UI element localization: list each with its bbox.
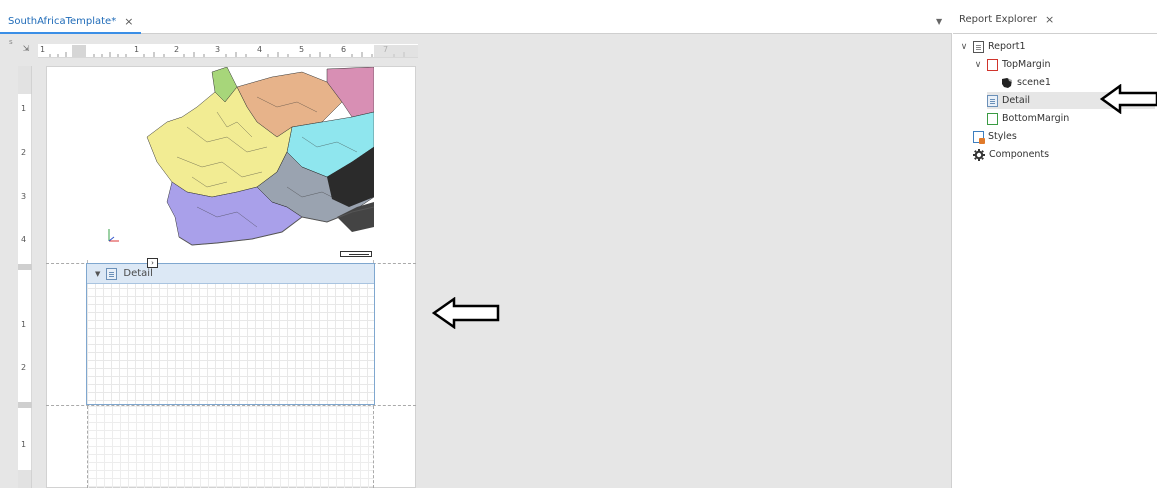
detail-band-icon bbox=[987, 94, 998, 107]
collapse-caret-icon[interactable]: ▼ bbox=[95, 270, 100, 278]
detail-band-icon bbox=[106, 267, 118, 280]
close-icon[interactable]: × bbox=[1045, 14, 1054, 25]
report-designer-surface: SouthAfricaTemplate* × ▼ s ⇲ 1 1 2 3 4 5… bbox=[0, 0, 952, 488]
detail-band-label: Detail bbox=[123, 268, 153, 279]
tree-item-label: Report1 bbox=[988, 41, 1026, 52]
bottom-margin-band[interactable] bbox=[87, 406, 374, 488]
ruler-ticks bbox=[49, 45, 418, 57]
tab-southafricatemplate[interactable]: SouthAfricaTemplate* × bbox=[0, 10, 142, 34]
map-axis-indicator-icon bbox=[108, 229, 119, 242]
tree-item-styles[interactable]: Styles bbox=[973, 128, 1017, 145]
south-africa-map-image bbox=[87, 67, 374, 260]
explorer-tabstrip: Report Explorer × bbox=[953, 0, 1157, 34]
ruler-band-separator bbox=[18, 264, 32, 270]
chevron-down-icon[interactable]: ∨ bbox=[973, 60, 983, 70]
ruler-margin-shade bbox=[18, 66, 32, 94]
tree-item-bottommargin[interactable]: BottomMargin bbox=[987, 110, 1069, 127]
ruler-band-separator bbox=[18, 402, 32, 408]
document-tabstrip: SouthAfricaTemplate* × ▼ bbox=[0, 0, 952, 34]
ruler-tick-label: 1 bbox=[21, 320, 27, 329]
map-scene-control[interactable] bbox=[87, 67, 374, 260]
top-margin-band-icon bbox=[987, 58, 998, 71]
ruler-tick-label: 1 bbox=[21, 440, 27, 449]
vertical-ruler: 1 2 3 4 1 2 1 bbox=[18, 66, 32, 488]
map-scale-bar bbox=[340, 251, 372, 257]
tab-label: Report Explorer bbox=[959, 14, 1037, 25]
ruler-tick-label: 2 bbox=[21, 363, 27, 372]
components-gear-icon bbox=[973, 148, 985, 161]
tree-item-label: Components bbox=[989, 149, 1050, 160]
tree-item-label: scene1 bbox=[1017, 77, 1051, 88]
smart-tag-button[interactable]: › bbox=[147, 258, 158, 268]
tab-list-dropdown-icon[interactable]: ▼ bbox=[936, 17, 942, 26]
styles-icon bbox=[973, 130, 985, 144]
map-scene-icon bbox=[1002, 77, 1012, 88]
tree-item-topmargin[interactable]: ∨ TopMargin bbox=[973, 56, 1050, 73]
tree-item-components[interactable]: Components bbox=[973, 146, 1049, 163]
tree-item-label: Styles bbox=[988, 131, 1017, 142]
tree-item-label: Detail bbox=[1002, 95, 1030, 106]
bottom-margin-band-icon bbox=[987, 112, 998, 125]
ruler-tick-label: 2 bbox=[21, 148, 27, 157]
ruler-margin-shade bbox=[18, 470, 32, 488]
ruler-tick-label: 1 bbox=[21, 104, 27, 113]
ruler-corner-button[interactable]: ⇲ bbox=[20, 42, 32, 54]
tree-item-label: BottomMargin bbox=[1002, 113, 1070, 124]
report-icon bbox=[973, 40, 984, 53]
tree-item-label: TopMargin bbox=[1002, 59, 1051, 70]
left-arrow-annotation-icon bbox=[1100, 84, 1157, 114]
ruler-tick-label: 3 bbox=[21, 192, 27, 201]
tree-item-report1[interactable]: ∨ Report1 bbox=[959, 38, 1026, 55]
left-arrow-annotation-icon bbox=[432, 297, 500, 329]
detail-band-header[interactable]: ▼ Detail bbox=[87, 264, 374, 284]
tree-item-scene1[interactable]: scene1 bbox=[1001, 74, 1051, 91]
ruler-tick-label: 4 bbox=[21, 235, 27, 244]
close-icon[interactable]: × bbox=[124, 16, 133, 27]
chevron-down-icon[interactable]: ∨ bbox=[959, 42, 969, 52]
detail-band[interactable]: ▼ Detail bbox=[86, 263, 375, 405]
ruler-corner-marker: s bbox=[9, 38, 13, 46]
tab-report-explorer[interactable]: Report Explorer × bbox=[959, 14, 1054, 25]
report-explorer-panel: Report Explorer × ∨ Report1 ∨ TopMargin … bbox=[953, 0, 1157, 488]
horizontal-ruler: 1 1 2 3 4 5 6 7 bbox=[38, 44, 418, 58]
tab-label: SouthAfricaTemplate* bbox=[8, 15, 117, 27]
